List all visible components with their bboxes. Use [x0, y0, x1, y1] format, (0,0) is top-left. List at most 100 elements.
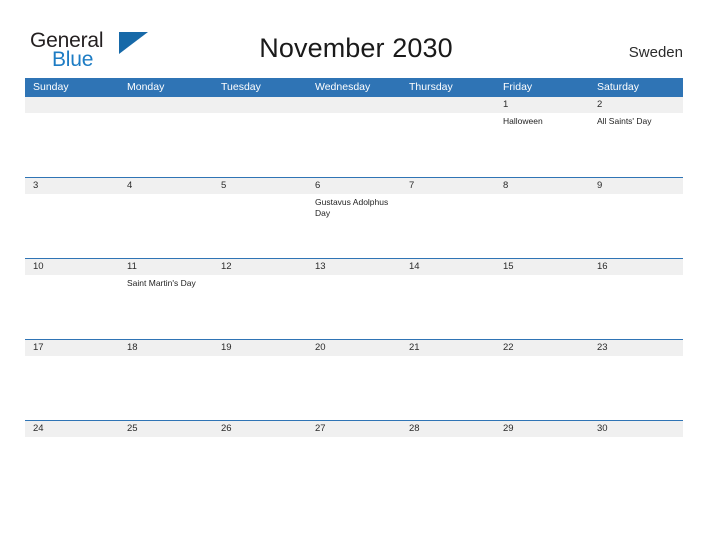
week-daynumber-band: 17 18 19 20 21 22 23 [25, 340, 683, 356]
week-row: 10 11 12 13 14 15 16 Saint Martin's Day [25, 258, 683, 339]
day-number[interactable]: 20 [307, 340, 401, 356]
event-label: Gustavus Adolphus Day [315, 197, 389, 218]
day-number[interactable]: 19 [213, 340, 307, 356]
day-cell[interactable] [495, 437, 589, 501]
day-number[interactable]: 16 [589, 259, 683, 275]
weekday-tuesday: Tuesday [221, 81, 261, 93]
day-number[interactable]: 13 [307, 259, 401, 275]
weekday-friday: Friday [503, 81, 533, 93]
day-cell[interactable] [119, 356, 213, 420]
event-label: Saint Martin's Day [127, 278, 196, 288]
calendar-page: General Blue November 2030 Sweden Sunday… [0, 0, 712, 550]
day-number[interactable]: 21 [401, 340, 495, 356]
day-number[interactable]: 1 [495, 97, 589, 113]
weekday-monday: Monday [127, 81, 165, 93]
day-number[interactable]: 5 [213, 178, 307, 194]
day-cell[interactable] [307, 437, 401, 501]
day-number[interactable]: 29 [495, 421, 589, 437]
day-number[interactable]: 3 [25, 178, 119, 194]
day-cell[interactable] [401, 113, 495, 177]
event-label: Halloween [503, 116, 543, 126]
day-cell[interactable] [119, 437, 213, 501]
day-cell[interactable]: Halloween [495, 113, 589, 177]
day-cell[interactable] [307, 275, 401, 339]
day-cell[interactable] [213, 113, 307, 177]
day-cell[interactable]: All Saints' Day [589, 113, 683, 177]
day-cell[interactable] [401, 194, 495, 258]
day-number[interactable] [401, 97, 495, 113]
day-cell[interactable] [213, 275, 307, 339]
day-number[interactable]: 17 [25, 340, 119, 356]
day-number[interactable]: 22 [495, 340, 589, 356]
weekday-sunday: Sunday [33, 81, 69, 93]
week-event-band: Halloween All Saints' Day [25, 113, 683, 177]
week-event-band [25, 437, 683, 501]
week-event-band: Saint Martin's Day [25, 275, 683, 339]
weekday-header-row: Sunday Monday Tuesday Wednesday Thursday… [25, 78, 683, 96]
week-row: 1 2 Halloween All Saints' Day [25, 96, 683, 177]
week-event-band: Gustavus Adolphus Day [25, 194, 683, 258]
day-number[interactable]: 12 [213, 259, 307, 275]
week-daynumber-band: 24 25 26 27 28 29 30 [25, 421, 683, 437]
day-cell[interactable] [213, 437, 307, 501]
day-number[interactable] [213, 97, 307, 113]
day-cell[interactable] [25, 113, 119, 177]
day-cell[interactable] [307, 356, 401, 420]
day-cell[interactable] [401, 437, 495, 501]
page-title: November 2030 [259, 33, 453, 63]
page-header: General Blue November 2030 Sweden [0, 0, 712, 76]
event-label: All Saints' Day [597, 116, 652, 126]
week-row: 3 4 5 6 7 8 9 Gustavus Adolphus Day [25, 177, 683, 258]
day-number[interactable]: 11 [119, 259, 213, 275]
week-daynumber-band: 10 11 12 13 14 15 16 [25, 259, 683, 275]
day-number[interactable]: 2 [589, 97, 683, 113]
day-number[interactable]: 4 [119, 178, 213, 194]
day-cell[interactable] [401, 275, 495, 339]
calendar-grid: Sunday Monday Tuesday Wednesday Thursday… [25, 78, 683, 501]
day-cell[interactable] [401, 356, 495, 420]
day-cell[interactable] [589, 194, 683, 258]
day-number[interactable]: 6 [307, 178, 401, 194]
day-cell[interactable] [213, 194, 307, 258]
day-cell[interactable] [25, 275, 119, 339]
day-number[interactable]: 27 [307, 421, 401, 437]
day-number[interactable]: 8 [495, 178, 589, 194]
day-number[interactable]: 23 [589, 340, 683, 356]
day-cell[interactable] [589, 275, 683, 339]
day-number[interactable]: 14 [401, 259, 495, 275]
day-number[interactable]: 26 [213, 421, 307, 437]
day-cell[interactable] [589, 437, 683, 501]
day-number[interactable]: 10 [25, 259, 119, 275]
day-number[interactable]: 7 [401, 178, 495, 194]
day-cell[interactable] [307, 113, 401, 177]
day-cell[interactable] [589, 356, 683, 420]
day-number[interactable]: 24 [25, 421, 119, 437]
day-number[interactable]: 30 [589, 421, 683, 437]
week-row: 24 25 26 27 28 29 30 [25, 420, 683, 501]
weekday-wednesday: Wednesday [315, 81, 371, 93]
day-number[interactable]: 28 [401, 421, 495, 437]
weekday-thursday: Thursday [409, 81, 453, 93]
day-cell[interactable]: Gustavus Adolphus Day [307, 194, 401, 258]
day-cell[interactable] [25, 437, 119, 501]
day-number[interactable] [25, 97, 119, 113]
day-number[interactable]: 18 [119, 340, 213, 356]
day-number[interactable]: 25 [119, 421, 213, 437]
day-cell[interactable] [119, 113, 213, 177]
day-cell[interactable] [213, 356, 307, 420]
day-cell[interactable] [495, 356, 589, 420]
week-daynumber-band: 1 2 [25, 97, 683, 113]
day-number[interactable]: 15 [495, 259, 589, 275]
day-cell[interactable] [25, 356, 119, 420]
day-cell[interactable] [25, 194, 119, 258]
weekday-saturday: Saturday [597, 81, 640, 93]
day-cell[interactable]: Saint Martin's Day [119, 275, 213, 339]
day-cell[interactable] [495, 194, 589, 258]
day-cell[interactable] [119, 194, 213, 258]
day-cell[interactable] [495, 275, 589, 339]
week-row: 17 18 19 20 21 22 23 [25, 339, 683, 420]
day-number[interactable] [119, 97, 213, 113]
country-label: Sweden [628, 44, 683, 61]
day-number[interactable] [307, 97, 401, 113]
day-number[interactable]: 9 [589, 178, 683, 194]
